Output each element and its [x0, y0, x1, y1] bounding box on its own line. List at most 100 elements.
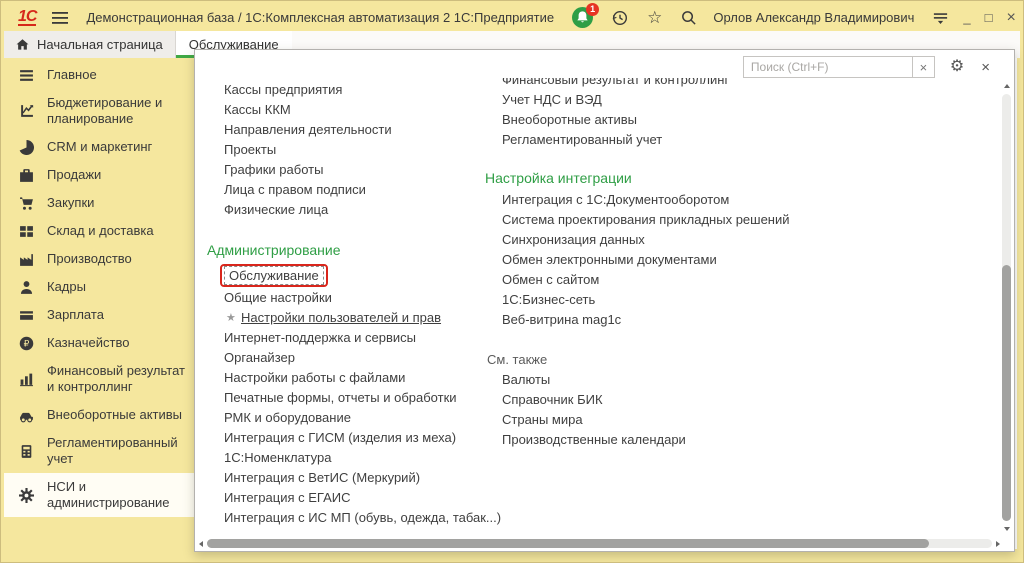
favorite-star-icon[interactable]: ★: [224, 308, 241, 328]
sidebar-item-main[interactable]: Главное: [4, 61, 194, 89]
menu-link[interactable]: Производственные календари: [483, 430, 953, 450]
vertical-scroll-thumb[interactable]: [1002, 265, 1011, 521]
search-icon[interactable]: [680, 9, 697, 26]
menu-link[interactable]: Кассы ККМ: [207, 100, 477, 120]
menu-link[interactable]: Интернет-поддержка и сервисы: [207, 328, 477, 348]
panel-close-icon[interactable]: ×: [981, 60, 990, 75]
ledger-icon: [19, 444, 34, 459]
favorites-star-icon[interactable]: ☆: [647, 9, 662, 26]
menu-link[interactable]: Проекты: [207, 140, 477, 160]
menu-link[interactable]: Общие настройки: [207, 288, 477, 308]
briefcase-icon: [19, 168, 34, 183]
sidebar-item-label: Производство: [47, 251, 132, 267]
scroll-up-arrow-icon[interactable]: [1004, 84, 1010, 88]
minimize-button[interactable]: _: [963, 10, 970, 26]
menu-link[interactable]: Обмен электронными документами: [483, 250, 953, 270]
maximize-button[interactable]: □: [985, 10, 993, 26]
title-bar: 1С Демонстрационная база / 1С:Комплексна…: [4, 4, 1020, 31]
home-icon: [16, 38, 29, 51]
menu-link[interactable]: Финансовый результат и контроллинг: [483, 78, 953, 90]
scroll-right-arrow-icon[interactable]: [996, 541, 1000, 547]
menu-link[interactable]: Синхронизация данных: [483, 230, 953, 250]
notifications-bell-icon[interactable]: 1: [572, 7, 593, 28]
sidebar-item-sales[interactable]: Продажи: [4, 161, 194, 189]
sidebar-item-purchases[interactable]: Закупки: [4, 189, 194, 217]
factory-icon: [19, 252, 34, 267]
horizontal-scroll-track[interactable]: [207, 539, 992, 548]
menu-link[interactable]: Органайзер: [207, 348, 477, 368]
menu-link[interactable]: Интеграция с ГИСМ (изделия из меха): [207, 428, 477, 448]
sidebar-item-label: Кадры: [47, 279, 86, 295]
history-icon[interactable]: [611, 9, 629, 27]
panel-search: ×: [743, 56, 935, 78]
menu-link[interactable]: Графики работы: [207, 160, 477, 180]
menu-link[interactable]: Печатные формы, отчеты и обработки: [207, 388, 477, 408]
sidebar-item-label: Внеоборотные активы: [47, 407, 182, 423]
ruble-icon: ₽: [19, 336, 34, 351]
window-title: Демонстрационная база / 1С:Комплексная а…: [86, 10, 554, 25]
person-icon: [19, 280, 34, 295]
menu-link[interactable]: Интеграция с ИС МП (обувь, одежда, табак…: [207, 508, 477, 528]
menu-link[interactable]: Учет НДС и ВЭД: [483, 90, 953, 110]
horizontal-scrollbar[interactable]: [207, 539, 992, 548]
current-user[interactable]: Орлов Александр Владимирович: [713, 10, 914, 25]
connection-status-icon[interactable]: [932, 11, 949, 25]
vertical-scrollbar[interactable]: [1002, 84, 1011, 531]
menu-link-starred: ★ Настройки пользователей и прав: [207, 308, 477, 328]
sidebar-item-crm[interactable]: CRM и маркетинг: [4, 133, 194, 161]
menu-link[interactable]: Внеоборотные активы: [483, 110, 953, 130]
sidebar-item-label: Финансовый результат и контроллинг: [47, 363, 188, 395]
menu-link[interactable]: Страны мира: [483, 410, 953, 430]
horizontal-scroll-thumb[interactable]: [207, 539, 929, 548]
menu-link[interactable]: 1С:Номенклатура: [207, 448, 477, 468]
menu-link[interactable]: Кассы предприятия: [207, 80, 477, 100]
menu-link[interactable]: Веб-витрина mag1c: [483, 310, 953, 330]
menu-link[interactable]: Обмен с сайтом: [483, 270, 953, 290]
link-obsluzhivanie[interactable]: Обслуживание: [224, 266, 324, 285]
menu-link[interactable]: Валюты: [483, 370, 953, 390]
menu-link[interactable]: 1С:Бизнес-сеть: [483, 290, 953, 310]
sidebar-item-assets[interactable]: Внеоборотные активы: [4, 401, 194, 429]
sidebar-item-budgeting[interactable]: Бюджетирование и планирование: [4, 89, 194, 133]
cart-icon: [19, 196, 34, 211]
tab-home-page[interactable]: Начальная страница: [4, 31, 176, 58]
gear-icon: [19, 488, 34, 503]
panel-right-column: Финансовый результат и контроллинг Учет …: [483, 78, 953, 450]
search-input[interactable]: [744, 57, 912, 77]
menu-link[interactable]: РМК и оборудование: [207, 408, 477, 428]
panel-settings-gear-icon[interactable]: ⚙: [950, 59, 964, 75]
menu-link[interactable]: Физические лица: [207, 200, 477, 220]
sidebar-item-production[interactable]: Производство: [4, 245, 194, 273]
menu-link[interactable]: Лица с правом подписи: [207, 180, 477, 200]
sidebar-item-nsi-admin[interactable]: НСИ и администрирование: [4, 473, 194, 517]
scroll-down-arrow-icon[interactable]: [1004, 527, 1010, 531]
menu-link[interactable]: Настройки работы с файлами: [207, 368, 477, 388]
sidebar-item-label: CRM и маркетинг: [47, 139, 152, 155]
link-user-settings[interactable]: Настройки пользователей и прав: [241, 308, 441, 328]
sidebar-item-label: Продажи: [47, 167, 101, 183]
close-button[interactable]: ×: [1006, 10, 1015, 26]
highlighted-row: Обслуживание: [207, 262, 477, 288]
search-clear-icon[interactable]: ×: [912, 57, 934, 77]
menu-link[interactable]: Направления деятельности: [207, 120, 477, 140]
menu-link[interactable]: Интеграция с ВетИС (Меркурий): [207, 468, 477, 488]
menu-link[interactable]: Справочник БИК: [483, 390, 953, 410]
menu-link[interactable]: Интеграция с ЕГАИС: [207, 488, 477, 508]
menu-link[interactable]: Интеграция с 1С:Документооборотом: [483, 190, 953, 210]
bar-chart-icon: [19, 372, 34, 387]
sidebar-item-regulated-accounting[interactable]: Регламентированный учет: [4, 429, 194, 473]
section-header-administration: Администрирование: [207, 238, 477, 262]
sidebar-item-treasury[interactable]: ₽ Казначейство: [4, 329, 194, 357]
sidebar-item-label: Главное: [47, 67, 97, 83]
sidebar-item-hr[interactable]: Кадры: [4, 273, 194, 301]
main-menu-icon[interactable]: [52, 12, 68, 24]
sidebar-item-warehouse[interactable]: Склад и доставка: [4, 217, 194, 245]
menu-link[interactable]: Регламентированный учет: [483, 130, 953, 150]
sidebar-item-label: Бюджетирование и планирование: [47, 95, 188, 127]
vertical-scroll-track[interactable]: [1002, 94, 1011, 521]
grid-icon: [19, 224, 34, 239]
sidebar-item-finance[interactable]: Финансовый результат и контроллинг: [4, 357, 194, 401]
menu-link[interactable]: Система проектирования прикладных решени…: [483, 210, 953, 230]
sidebar-item-payroll[interactable]: Зарплата: [4, 301, 194, 329]
scroll-left-arrow-icon[interactable]: [199, 541, 203, 547]
